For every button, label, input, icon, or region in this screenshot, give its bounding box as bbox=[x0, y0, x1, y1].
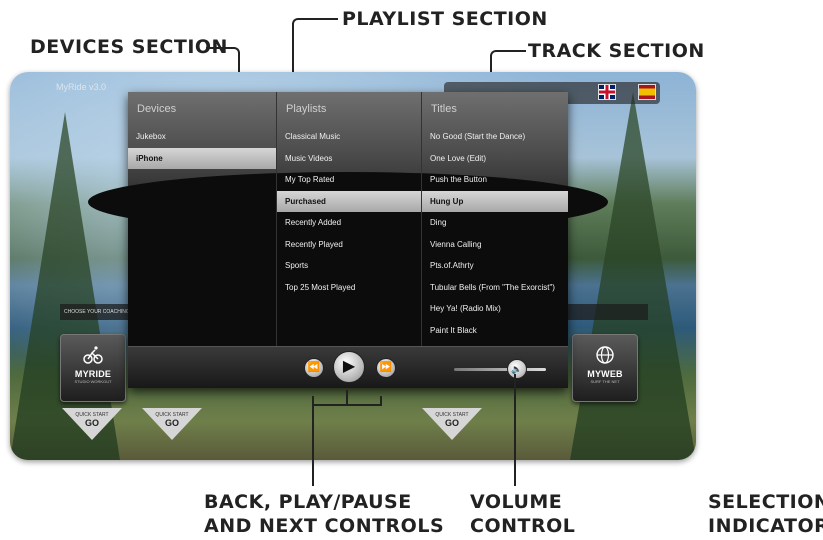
title-row[interactable]: No Good (Start the Dance) bbox=[422, 126, 568, 148]
title-row[interactable]: Vienna Calling bbox=[422, 234, 568, 256]
device-row[interactable]: Jukebox bbox=[128, 126, 276, 148]
title-row[interactable]: Ding bbox=[422, 212, 568, 234]
next-button[interactable]: ⏩ bbox=[376, 358, 396, 378]
background-tree-right bbox=[570, 92, 696, 460]
quick-start-go: GO bbox=[444, 418, 459, 428]
playlist-row[interactable]: Recently Played bbox=[277, 234, 421, 256]
volume-callout-line1: VOLUME bbox=[470, 491, 563, 513]
globe-icon bbox=[595, 345, 615, 365]
title-row[interactable]: Pts.of.Athrty bbox=[422, 255, 568, 277]
app-version: MyRide v3.0 bbox=[56, 82, 107, 92]
myweb-label: MYWEB bbox=[587, 369, 623, 379]
quick-start-button-1[interactable]: QUICK START GO bbox=[62, 408, 122, 440]
volume-leader-line bbox=[514, 374, 516, 486]
transport-controls: ⏪ ▶ ⏩ 🔈 bbox=[128, 346, 568, 388]
devices-section-callout: DEVICES SECTION bbox=[30, 36, 228, 58]
devices-list: Jukebox iPhone bbox=[128, 126, 276, 169]
myride-tile[interactable]: MYRIDE STUDIO WORKOUT bbox=[60, 334, 126, 402]
track-section-callout: TRACK SECTION bbox=[528, 40, 705, 62]
selection-callout: SELECTION INDICATOR bbox=[708, 490, 823, 538]
playlist-row[interactable]: Recently Added bbox=[277, 212, 421, 234]
titles-list: No Good (Start the Dance) One Love (Edit)… bbox=[422, 126, 568, 341]
myweb-tile[interactable]: MYWEB SURF THE NET bbox=[572, 334, 638, 402]
selection-callout-line1: SELECTION bbox=[708, 491, 823, 513]
volume-slider-knob[interactable]: 🔈 bbox=[507, 359, 527, 379]
playlists-header: Playlists bbox=[286, 103, 327, 115]
media-browser-panel: Devices Jukebox iPhone Playlists Classica… bbox=[88, 92, 608, 388]
playlist-row[interactable]: Music Videos bbox=[277, 148, 421, 170]
titles-column: Titles No Good (Start the Dance) One Love… bbox=[421, 92, 568, 346]
back-button[interactable]: ⏪ bbox=[304, 358, 324, 378]
controls-leader-stem bbox=[312, 404, 314, 486]
playlist-row[interactable]: Sports bbox=[277, 255, 421, 277]
controls-leader-mid bbox=[346, 390, 348, 406]
uk-flag-icon[interactable] bbox=[598, 84, 616, 100]
devices-header: Devices bbox=[137, 103, 177, 115]
title-row[interactable]: Hey Ya! (Radio Mix) bbox=[422, 298, 568, 320]
coaching-label: CHOOSE YOUR COACHING bbox=[60, 304, 136, 320]
title-row-selected[interactable]: Hung Up bbox=[422, 190, 568, 212]
title-row[interactable]: Tubular Bells (From "The Exorcist") bbox=[422, 277, 568, 299]
playlist-row-selected[interactable]: Purchased bbox=[277, 190, 421, 212]
titles-header: Titles bbox=[431, 103, 457, 115]
quick-start-go: GO bbox=[164, 418, 179, 428]
playlist-row[interactable]: My Top Rated bbox=[277, 169, 421, 191]
playlist-section-callout: PLAYLIST SECTION bbox=[342, 8, 548, 30]
quick-start-go: GO bbox=[84, 418, 99, 428]
playlists-column: Playlists Classical Music Music Videos My … bbox=[276, 92, 421, 346]
controls-callout-line1: BACK, PLAY/PAUSE bbox=[204, 491, 412, 513]
device-row-selected[interactable]: iPhone bbox=[128, 147, 276, 169]
title-row[interactable]: Push the Button bbox=[422, 169, 568, 191]
devices-column: Devices Jukebox iPhone bbox=[128, 92, 276, 346]
myweb-sublabel: SURF THE NET bbox=[590, 379, 620, 384]
myride-sublabel: STUDIO WORKOUT bbox=[74, 379, 112, 384]
right-info-bar bbox=[568, 304, 648, 320]
selection-callout-line2: INDICATOR bbox=[708, 515, 823, 537]
controls-callout: BACK, PLAY/PAUSE AND NEXT CONTROLS bbox=[204, 490, 444, 538]
playlist-row[interactable]: Classical Music bbox=[277, 126, 421, 148]
play-pause-button[interactable]: ▶ bbox=[333, 351, 365, 383]
playlists-list: Classical Music Music Videos My Top Rated P… bbox=[277, 126, 421, 298]
spain-flag-icon[interactable] bbox=[638, 84, 656, 100]
quick-start-button-2[interactable]: QUICK START GO bbox=[142, 408, 202, 440]
volume-slider-track[interactable] bbox=[454, 368, 546, 371]
quick-start-button-3[interactable]: QUICK START GO bbox=[422, 408, 482, 440]
myride-label: MYRIDE bbox=[74, 369, 112, 379]
title-row[interactable]: One Love (Edit) bbox=[422, 148, 568, 170]
volume-callout-line2: CONTROL bbox=[470, 515, 576, 537]
title-row[interactable]: Paint It Black bbox=[422, 320, 568, 342]
cyclist-icon bbox=[83, 345, 103, 365]
volume-callout: VOLUME CONTROL bbox=[470, 490, 575, 538]
controls-callout-line2: AND NEXT CONTROLS bbox=[204, 515, 445, 537]
playlist-row[interactable]: Top 25 Most Played bbox=[277, 277, 421, 299]
